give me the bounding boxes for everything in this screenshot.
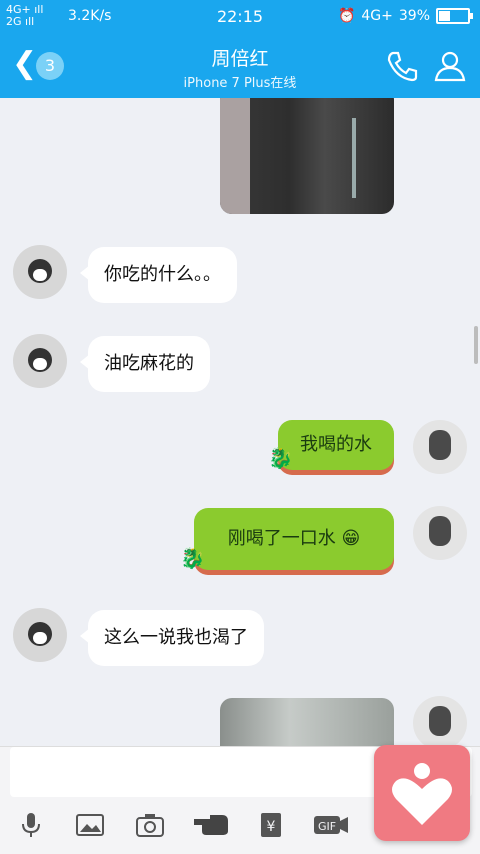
photo-message[interactable] [220, 698, 394, 748]
red-packet-icon[interactable]: ¥ [256, 811, 286, 839]
image-icon[interactable] [75, 811, 105, 839]
my-avatar[interactable] [413, 506, 467, 560]
photo-zipper [352, 118, 356, 198]
alarm-icon: ⏰ [337, 8, 356, 24]
person-avatar-icon [429, 706, 451, 736]
camera-icon[interactable] [135, 811, 165, 839]
message-bubble[interactable]: 你吃的什么。。 [80, 247, 237, 303]
network-label: 4G+ [361, 8, 393, 24]
message-list[interactable]: 你吃的什么。。 油吃麻花的 我喝的水 🐉 刚喝了一口水 😁 🐉 这么一说我也渴了 [0, 98, 480, 748]
contact-avatar[interactable] [13, 245, 67, 299]
sticker-text: 刚喝了一口水 [227, 528, 336, 549]
my-avatar[interactable] [413, 420, 467, 474]
mic-icon[interactable] [16, 811, 46, 839]
floating-heart-button[interactable] [374, 745, 470, 841]
dragon-sticker-icon: 🐉 [268, 446, 293, 470]
sticker-bubble[interactable]: 我喝的水 [278, 420, 394, 470]
phone-icon[interactable] [384, 48, 420, 84]
person-avatar-icon [429, 430, 451, 460]
battery-percent: 39% [398, 8, 430, 24]
dragon-sticker-icon: 🐉 [180, 546, 205, 570]
my-avatar[interactable] [413, 696, 467, 748]
dog-avatar-icon [28, 259, 52, 283]
status-right: ⏰ 4G+ 39% [337, 8, 473, 24]
gif-icon[interactable]: GIF [312, 811, 350, 839]
battery-fill [439, 11, 450, 21]
yen-label: ¥ [267, 819, 276, 835]
grin-emoji-icon: 😁 [341, 528, 361, 549]
contact-avatar[interactable] [13, 608, 67, 662]
dog-avatar-icon [28, 348, 52, 372]
dog-avatar-icon [28, 622, 52, 646]
heart-person-icon [392, 763, 452, 825]
sticker-bubble[interactable]: 刚喝了一口水 😁 [194, 508, 394, 570]
status-bar: 4G+ ıll 2G ıll 3.2K/s 22:15 ⏰ 4G+ 39% [0, 0, 480, 34]
contact-avatar[interactable] [13, 334, 67, 388]
photo-message[interactable] [220, 98, 394, 214]
battery-icon [436, 8, 473, 24]
hand-icon[interactable] [192, 811, 232, 839]
chat-header: ❮ 3 周倍红 iPhone 7 Plus在线 [0, 34, 480, 98]
scrollbar[interactable] [474, 326, 478, 364]
person-avatar-icon [429, 516, 451, 546]
message-bubble[interactable]: 油吃麻花的 [80, 336, 210, 392]
message-bubble[interactable]: 这么一说我也渴了 [80, 610, 264, 666]
sticker-text: 我喝的水 [300, 434, 372, 455]
profile-icon[interactable] [432, 48, 468, 84]
gif-label: GIF [318, 820, 336, 833]
photo-background [220, 98, 250, 214]
